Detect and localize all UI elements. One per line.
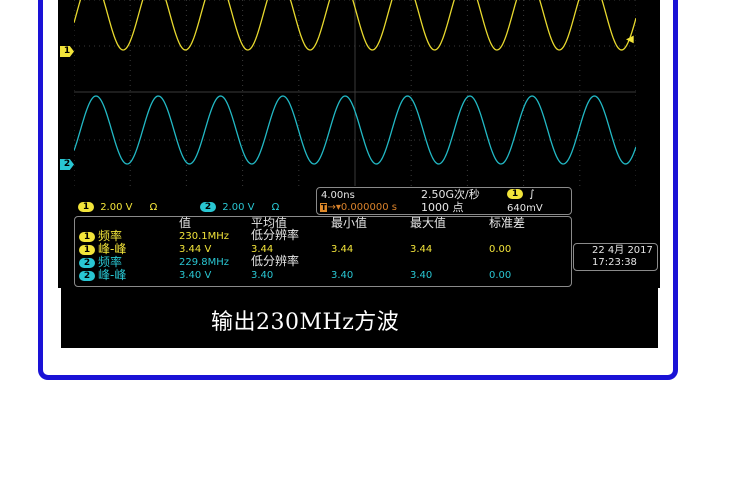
measurement-panel[interactable]: 值平均值 最小值 最大值 标准差 1 频率 230.1MHz 低分辨率 1 峰-峰 3.44 V3… xyxy=(74,216,572,287)
gridlines xyxy=(74,0,636,186)
trigger-level-arrow-icon[interactable]: ◀ xyxy=(626,34,634,45)
measurement-std: 0.00 xyxy=(489,270,512,281)
horizontal-scale: 4.00ns xyxy=(321,190,355,201)
measurement-header: 值 xyxy=(179,216,192,230)
measurement-mean: 3.40 xyxy=(251,270,274,281)
measurement-header: 最小值 xyxy=(331,216,368,230)
channel-2-marker[interactable]: 2 xyxy=(60,159,74,170)
channel-2-marker-label: 2 xyxy=(63,159,71,169)
measurement-name: 2 频率 xyxy=(79,255,123,269)
measurement-channel-badge: 1 xyxy=(79,244,95,255)
channel-1-impedance-icon: Ω xyxy=(149,202,158,213)
measurement-value: 230.1MHz xyxy=(179,231,230,242)
delay-value: 0.000000 s xyxy=(340,202,397,213)
measurement-min: 3.44 xyxy=(331,244,354,255)
channel-1-marker[interactable]: 1 xyxy=(60,46,74,57)
channel-1-badge: 1 xyxy=(78,202,94,212)
timebase-panel[interactable]: 4.00ns 2.50G次/秒 1 ∫ T→▾0.000000 s 1000 点… xyxy=(316,187,572,215)
measurement-value: 229.8MHz xyxy=(179,257,230,268)
measurement-name: 1 峰-峰 xyxy=(79,242,127,256)
channel-2-impedance-icon: Ω xyxy=(271,202,280,213)
measurement-channel-badge: 1 xyxy=(79,231,95,242)
measurement-mean: 低分辨率 xyxy=(251,254,300,268)
measurement-channel-badge: 2 xyxy=(79,257,95,268)
measurement-type: 频率 xyxy=(98,255,123,269)
arrow-icon: →▾ xyxy=(327,202,341,213)
measurement-header: 最大值 xyxy=(410,216,447,230)
channel-2-badge: 2 xyxy=(200,202,216,212)
measurement-type: 峰-峰 xyxy=(98,242,127,256)
measurement-std: 0.00 xyxy=(489,244,512,255)
caption-text: 输出230MHz方波 xyxy=(211,310,400,335)
delay-readout: T→▾0.000000 s xyxy=(320,202,397,213)
measurement-type: 峰-峰 xyxy=(98,268,127,282)
channel-2-scale-value: 2.00 V xyxy=(222,202,255,213)
channel-1-scale[interactable]: 1 2.00 V Ω xyxy=(78,202,157,213)
measurement-value: 3.44 V xyxy=(179,244,212,255)
channel-1-scale-value: 2.00 V xyxy=(100,202,133,213)
oscilloscope-screen: 1 2 ◀ 1 2.00 V Ω 2 2.00 V Ω 4.00ns 2.50G… xyxy=(58,0,660,288)
trigger-level: 640mV xyxy=(507,203,543,214)
datetime-panel: 22 4月 2017 17:23:38 xyxy=(573,243,658,271)
rising-edge-icon: ∫ xyxy=(529,189,535,200)
date: 22 4月 2017 xyxy=(592,245,653,256)
trigger-info: 1 ∫ xyxy=(507,189,534,200)
measurement-type: 频率 xyxy=(98,229,123,243)
channel-1-marker-label: 1 xyxy=(63,46,71,56)
measurement-channel-badge: 2 xyxy=(79,270,95,281)
measurement-name: 2 峰-峰 xyxy=(79,268,127,282)
trigger-channel-badge: 1 xyxy=(507,189,523,199)
measurement-max: 3.40 xyxy=(410,270,433,281)
measurement-max: 3.44 xyxy=(410,244,433,255)
measurement-value: 3.40 V xyxy=(179,270,212,281)
sample-rate: 2.50G次/秒 xyxy=(421,188,480,201)
time: 17:23:38 xyxy=(592,257,637,268)
caption-bar: 输出230MHz方波 xyxy=(61,288,658,348)
measurement-min: 3.40 xyxy=(331,270,354,281)
measurement-name: 1 频率 xyxy=(79,229,123,243)
measurement-header: 标准差 xyxy=(489,216,526,230)
channel-2-scale[interactable]: 2 2.00 V Ω xyxy=(200,202,279,213)
record-points: 1000 点 xyxy=(421,201,464,214)
waveform-graticule xyxy=(74,0,636,186)
measurement-mean: 低分辨率 xyxy=(251,228,300,242)
